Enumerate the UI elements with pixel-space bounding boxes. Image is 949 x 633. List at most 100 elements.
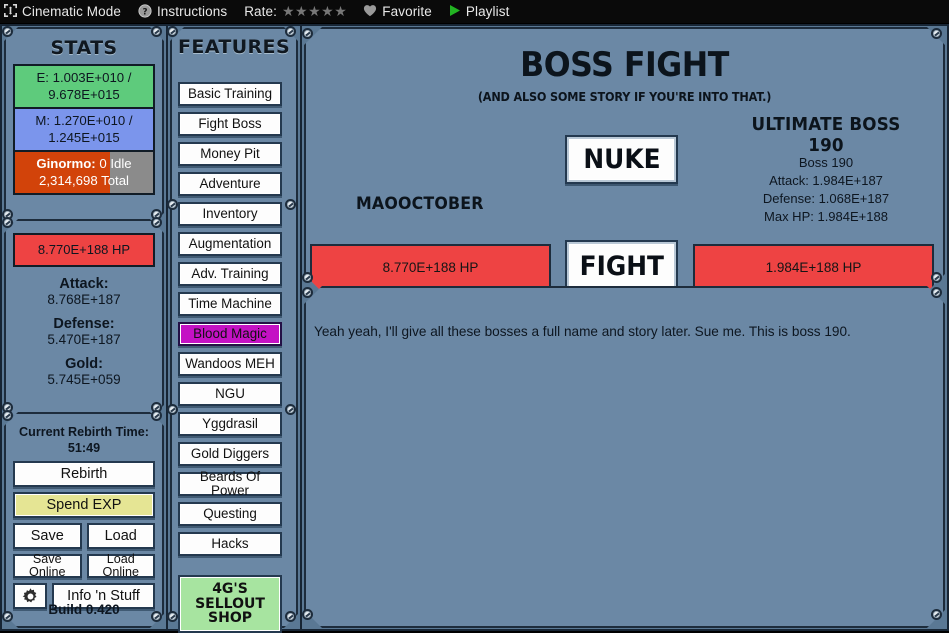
panel-rivet	[931, 28, 942, 39]
feature-button-label: Inventory	[202, 205, 258, 221]
rebirth-time-label: Current Rebirth Time:	[19, 425, 149, 439]
features-list: Basic Training Fight Boss Money Pit Adventu…	[178, 82, 282, 562]
sellout-shop-line1: 4G'S	[212, 580, 248, 597]
boss-info-attack: Attack: 1.984E+187	[769, 172, 883, 188]
cinematic-mode-button[interactable]: Cinematic Mode	[4, 4, 121, 19]
feature-button-label: Blood Magic	[193, 325, 267, 341]
spend-exp-button[interactable]: Spend EXP	[13, 492, 155, 518]
feature-button-time-machine[interactable]: Time Machine	[178, 292, 282, 316]
game-viewport: STATS E: 1.003E+010 / 9.678E+015 M: 1.27…	[0, 24, 949, 633]
rebirth-panel: Current Rebirth Time: 51:49 Rebirth Spen…	[4, 412, 164, 628]
panel-rivet	[167, 404, 178, 415]
feature-button-ngu[interactable]: NGU	[178, 382, 282, 406]
rating-stars[interactable]: ★ ★ ★ ★ ★	[282, 3, 347, 20]
boss-fight-subtitle: (AND ALSO SOME STORY IF YOU'RE INTO THAT…	[477, 89, 772, 104]
star-1[interactable]: ★	[282, 3, 295, 20]
boss-fight-panel: BOSS FIGHT (AND ALSO SOME STORY IF YOU'R…	[304, 27, 945, 292]
nuke-button[interactable]: NUKE	[565, 135, 678, 184]
feature-button-label: Questing	[203, 505, 257, 521]
sellout-shop-button[interactable]: 4G'S SELLOUT SHOP	[178, 575, 282, 633]
stats-panel: STATS E: 1.003E+010 / 9.678E+015 M: 1.27…	[4, 27, 164, 227]
panel-rivet	[931, 272, 942, 283]
feature-button-money-pit[interactable]: Money Pit	[178, 142, 282, 166]
panel-rivet	[167, 199, 178, 210]
save-button[interactable]: Save	[13, 523, 82, 549]
panel-rivet	[931, 287, 942, 298]
expand-arrows-icon	[4, 4, 17, 19]
feature-button-label: Augmentation	[188, 235, 272, 251]
star-4[interactable]: ★	[321, 3, 334, 20]
player-name: MAOOCTOBER	[356, 194, 484, 214]
boss-hp-bar: 1.984E+188 HP	[693, 244, 934, 291]
boss-info-name: Boss 190	[798, 155, 854, 170]
question-circle-icon: ?	[138, 3, 152, 20]
boss-info-maxhp: Max HP: 1.984E+188	[764, 208, 888, 224]
star-3[interactable]: ★	[308, 3, 321, 20]
favorite-label: Favorite	[382, 4, 432, 19]
feature-button-inventory[interactable]: Inventory	[178, 202, 282, 226]
magic-line-2: 1.245E+015	[48, 129, 120, 145]
instructions-label: Instructions	[156, 4, 228, 19]
feature-button-label: Money Pit	[200, 145, 260, 161]
star-2[interactable]: ★	[295, 3, 308, 20]
feature-button-fight-boss[interactable]: Fight Boss	[178, 112, 282, 136]
boss-story-panel: Yeah yeah, I'll give all these bosses a …	[304, 286, 945, 628]
panel-rivet	[167, 611, 178, 622]
feature-button-augmentation[interactable]: Augmentation	[178, 232, 282, 256]
ginormo-value: 0	[99, 156, 107, 171]
energy-line-2: 9.678E+015	[48, 86, 120, 102]
instructions-button[interactable]: ? Instructions	[138, 3, 228, 20]
feature-button-basic-training[interactable]: Basic Training	[178, 82, 282, 106]
defense-label: Defense:	[53, 316, 115, 333]
feature-button-gold-diggers[interactable]: Gold Diggers	[178, 442, 282, 466]
panel-rivet	[302, 287, 313, 298]
panel-rivet	[2, 26, 13, 37]
ginormo-label: Ginormo:	[36, 156, 96, 171]
attack-value: 8.768E+187	[47, 292, 121, 308]
magic-line-1: M: 1.270E+010 /	[35, 113, 133, 128]
feature-button-label: Beards Of Power	[199, 468, 261, 498]
save-online-button[interactable]: Save Online	[13, 554, 82, 578]
load-button[interactable]: Load	[87, 523, 156, 549]
panel-rivet	[151, 410, 162, 421]
boss-info-defense: Defense: 1.068E+187	[762, 190, 890, 206]
rebirth-button[interactable]: Rebirth	[13, 461, 155, 487]
feature-button-beards-of-power[interactable]: Beards Of Power	[178, 468, 282, 498]
star-5[interactable]: ★	[334, 3, 347, 20]
panel-rivet	[931, 609, 942, 620]
fight-button-label: FIGHT	[579, 251, 664, 282]
feature-button-questing[interactable]: Questing	[178, 502, 282, 526]
favorite-button[interactable]: Favorite	[363, 4, 432, 19]
panel-rivet	[285, 611, 296, 622]
load-online-button[interactable]: Load Online	[87, 554, 156, 578]
player-stats-panel: 8.770E+188 HP Attack: 8.768E+187 Defense…	[4, 219, 164, 419]
panel-rivet	[2, 410, 13, 421]
feature-button-label: Gold Diggers	[190, 445, 270, 461]
feature-button-label: Time Machine	[188, 295, 272, 311]
playlist-button[interactable]: Playlist	[449, 4, 510, 19]
build-version: Build 0.420	[48, 602, 120, 617]
svg-text:?: ?	[142, 7, 147, 17]
ginormo-state: Idle	[110, 156, 132, 171]
panel-rivet	[167, 26, 178, 37]
ginormo-bar: Ginormo: 0 Idle 2,314,698 Total	[13, 152, 155, 195]
cinematic-mode-label: Cinematic Mode	[22, 4, 121, 19]
play-triangle-icon	[449, 4, 461, 19]
sellout-shop-line3: SHOP	[208, 610, 252, 627]
ginormo-line-1: Ginormo: 0 Idle	[17, 156, 151, 173]
feature-button-adv-training[interactable]: Adv. Training	[178, 262, 282, 286]
feature-button-hacks[interactable]: Hacks	[178, 532, 282, 556]
rate-control[interactable]: Rate: ★ ★ ★ ★ ★	[244, 3, 347, 20]
playlist-label: Playlist	[465, 4, 510, 19]
panel-rivet	[302, 28, 313, 39]
feature-button-label: Wandoos MEH	[185, 355, 275, 371]
panel-rivet	[285, 26, 296, 37]
fight-button[interactable]: FIGHT	[565, 240, 678, 293]
top-toolbar: Cinematic Mode ? Instructions Rate: ★ ★ ★ ★…	[0, 0, 949, 24]
feature-button-adventure[interactable]: Adventure	[178, 172, 282, 196]
defense-stat: Defense: 5.470E+187	[13, 316, 155, 347]
feature-button-yggdrasil[interactable]: Yggdrasil	[178, 412, 282, 436]
feature-button-label: Hacks	[211, 535, 249, 551]
feature-button-wandoos-meh[interactable]: Wandoos MEH	[178, 352, 282, 376]
feature-button-blood-magic[interactable]: Blood Magic	[178, 322, 282, 346]
